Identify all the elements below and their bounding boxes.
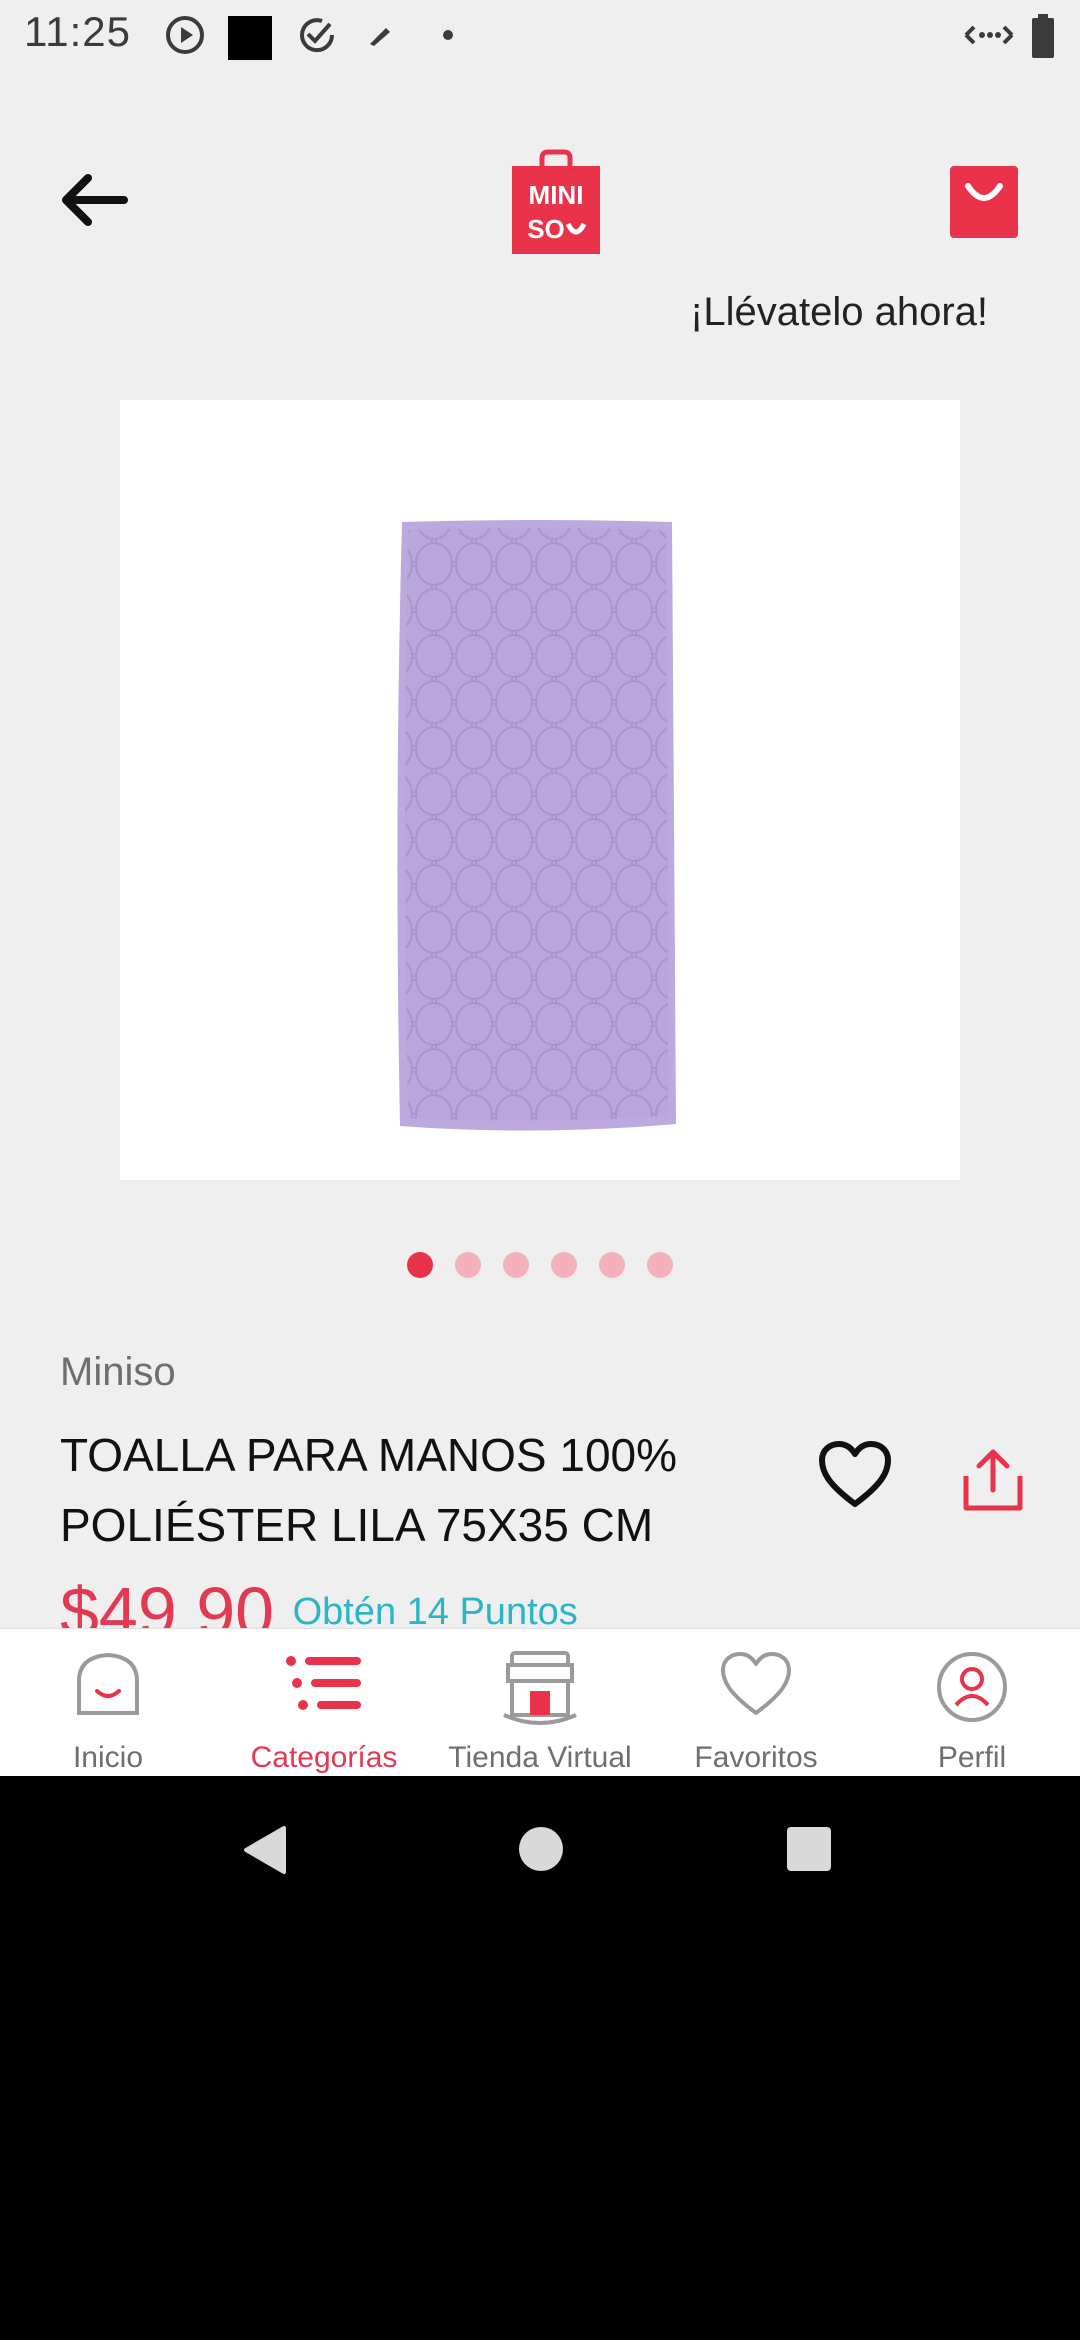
price-row: $49.90 Obtén 14 Puntos <box>60 1572 578 1651</box>
check-circle-icon <box>300 18 335 53</box>
play-icon <box>166 16 204 54</box>
app-screen: 11:25 MINI SO ¡Llévatelo ahora! Miniso T… <box>0 0 1080 1776</box>
system-navigation-bar <box>0 1776 1080 1916</box>
back-arrow-icon[interactable] <box>58 170 130 230</box>
carousel-dot[interactable] <box>551 1252 577 1278</box>
heart-icon <box>721 1652 791 1715</box>
nav-label: Perfil <box>937 1741 1007 1774</box>
product-title: TOALLA PARA MANOS 100% POLIÉSTER LILA 75… <box>60 1429 678 1551</box>
carousel-dot[interactable] <box>503 1252 529 1278</box>
system-recents-icon[interactable] <box>786 1826 832 1872</box>
list-icon <box>286 1656 361 1710</box>
square-app-icon <box>228 16 272 60</box>
product-brand: Miniso <box>60 1350 176 1394</box>
nav-item-tienda-virtual[interactable]: Tienda Virtual <box>432 1629 648 1776</box>
bottom-navigation: Inicio Categorías Tienda Virtual Favorit… <box>0 1628 1080 1776</box>
product-image[interactable] <box>120 400 960 1180</box>
carousel-dot[interactable] <box>407 1252 433 1278</box>
carousel-dot[interactable] <box>599 1252 625 1278</box>
wifi-off-icon <box>964 25 1014 45</box>
towel-image <box>397 520 676 1131</box>
nav-item-categorias[interactable]: Categorías <box>216 1629 432 1776</box>
nav-label: Categorías <box>250 1741 398 1774</box>
nav-item-favoritos[interactable]: Favoritos <box>648 1629 864 1776</box>
nav-label: Favoritos <box>694 1741 818 1774</box>
shopping-bag-icon[interactable] <box>950 166 1018 238</box>
dot-icon <box>443 30 453 40</box>
nav-item-perfil[interactable]: Perfil <box>864 1629 1080 1776</box>
user-icon <box>937 1652 1007 1722</box>
svg-text:MINI: MINI <box>529 180 584 210</box>
carousel-dot[interactable] <box>647 1252 673 1278</box>
svg-text:SO: SO <box>527 214 565 244</box>
favorite-heart-icon[interactable] <box>818 1440 892 1510</box>
promo-text: ¡Llévatelo ahora! <box>690 290 988 334</box>
system-back-icon[interactable] <box>242 1824 288 1876</box>
home-bag-icon <box>77 1652 139 1715</box>
carousel-indicator <box>0 1252 1080 1278</box>
system-home-icon[interactable] <box>518 1826 564 1872</box>
battery-icon <box>1032 14 1054 58</box>
miniso-logo: MINI SO <box>512 149 600 254</box>
status-time: 11:25 <box>24 8 131 55</box>
nav-label: Inicio <box>72 1741 144 1774</box>
nav-label: Tienda Virtual <box>448 1741 632 1774</box>
share-icon[interactable] <box>962 1446 1024 1512</box>
nav-item-inicio[interactable]: Inicio <box>0 1629 216 1776</box>
pen-icon <box>370 28 390 46</box>
carousel-dot[interactable] <box>455 1252 481 1278</box>
status-bar: 11:25 <box>0 0 1080 72</box>
store-icon <box>503 1651 577 1725</box>
